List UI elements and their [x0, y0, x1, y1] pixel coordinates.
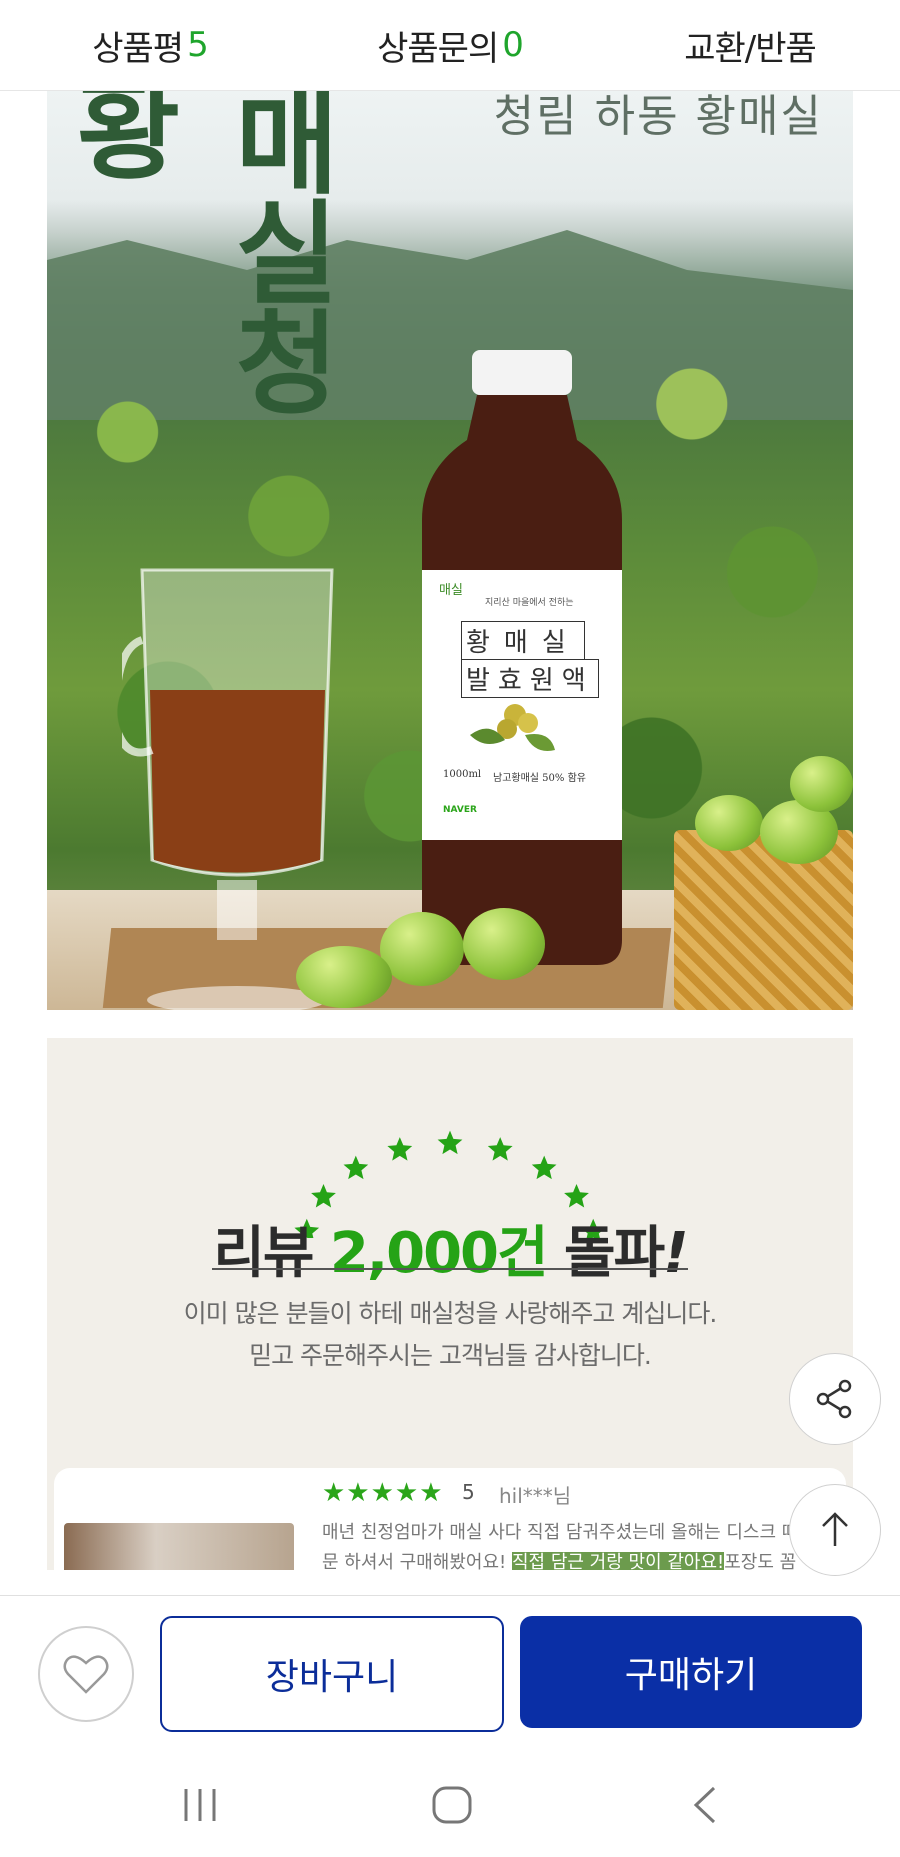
heading-underline	[212, 1268, 688, 1270]
review-card[interactable]: ★★★★★ 5 hil***님 매년 친정엄마가 매실 사다 직접 담궈주셨는데…	[54, 1468, 846, 1570]
plum	[463, 908, 545, 980]
recents-icon	[184, 1789, 216, 1821]
heading-exclaim: !	[663, 1221, 689, 1286]
bottle-label: 매실 지리산 마을에서 전하는 황매실 발효원액 1000ml 남고황매실 50…	[425, 573, 621, 833]
back-button[interactable]	[675, 1785, 735, 1825]
title-vertical: 매 실 청	[222, 90, 352, 430]
recents-button[interactable]	[170, 1785, 230, 1825]
tab-reviews-count: 5	[187, 25, 209, 65]
star-icon	[487, 1137, 513, 1161]
review-text-post: 포장도 꼼	[724, 1552, 797, 1570]
label-naver: NAVER	[443, 805, 477, 815]
tab-reviews-label: 상품평	[92, 28, 184, 69]
review-photo-thumbnail[interactable]	[64, 1523, 294, 1570]
star-icon	[343, 1155, 369, 1180]
home-button[interactable]	[422, 1785, 482, 1825]
title-char: 매	[235, 90, 339, 210]
heading-suffix: 돌파	[564, 1221, 665, 1286]
heading-highlight: 2,000건	[329, 1221, 549, 1286]
add-to-cart-button[interactable]: 장바구니	[160, 1616, 504, 1732]
home-icon	[432, 1786, 472, 1824]
product-tabs: 상품평 5 상품문의 0 교환/반품	[0, 0, 900, 91]
plum	[296, 946, 392, 1008]
star-icon	[437, 1130, 463, 1155]
tab-exchange-return[interactable]: 교환/반품	[600, 0, 900, 90]
plum	[380, 912, 464, 986]
tab-exchange-return-label: 교환/반품	[684, 28, 817, 69]
tab-inquiries-label: 상품문의	[377, 28, 499, 69]
star-icon	[387, 1137, 413, 1161]
back-icon	[693, 1786, 716, 1824]
review-subtext-2: 믿고 주문해주시는 고객님들 감사합니다.	[249, 1341, 652, 1370]
review-stars: ★★★★★	[322, 1478, 444, 1508]
tab-inquiries[interactable]: 상품문의 0	[300, 0, 600, 90]
purchase-bar: 장바구니 구매하기	[0, 1595, 900, 1756]
arrow-up-icon	[822, 1512, 848, 1546]
scroll-top-button[interactable]	[789, 1484, 881, 1576]
label-name-line1: 황매실	[461, 621, 585, 660]
share-button[interactable]	[789, 1353, 881, 1445]
review-subtext-1: 이미 많은 분들이 하테 매실청을 사랑해주고 계십니다.	[183, 1299, 718, 1328]
review-user: hil***님	[499, 1484, 572, 1508]
review-text-line2: 문 하셔서 구매해봤어요! 직접 담근 거랑 맛이 같아요!포장도 꼼	[322, 1548, 842, 1570]
label-content: 남고황매실 50% 함유	[493, 773, 586, 784]
share-icon	[816, 1379, 852, 1419]
review-score: 5	[462, 1480, 475, 1504]
plum-basket	[674, 830, 853, 1010]
title-char: 실	[235, 190, 339, 320]
plum	[790, 756, 853, 812]
plum-illustration	[470, 704, 555, 751]
title-left-char: 황	[77, 90, 181, 195]
review-banner: 리뷰 2,000건 돌파! 이미 많은 분들이 하테 매실청을 사랑해주고 계십…	[47, 1038, 853, 1570]
heart-icon	[63, 1655, 109, 1694]
glass-cup	[122, 568, 334, 1010]
review-text-pre: 문 하셔서 구매해봤어요!	[322, 1552, 512, 1570]
tab-reviews[interactable]: 상품평 5	[0, 0, 300, 90]
star-icon	[311, 1184, 336, 1208]
label-volume: 1000ml	[443, 769, 482, 780]
star-icon	[564, 1184, 589, 1208]
top-subtitle: 청림 하동 황매실	[493, 91, 823, 142]
plum	[695, 795, 763, 851]
product-photo: 황 매 실 청 청림 하동 황매실 매실 지리산 마을에서 전하는 황매실 발효…	[47, 90, 853, 1010]
heading-prefix: 리뷰	[213, 1221, 314, 1286]
star-icon	[531, 1155, 557, 1180]
review-text-highlight: 직접 담근 거랑 맛이 같아요!	[511, 1552, 725, 1570]
tab-inquiries-count: 0	[502, 25, 524, 65]
review-count-heading: 리뷰 2,000건 돌파!	[47, 1208, 853, 1289]
review-text: 매년 친정엄마가 매실 사다 직접 담궈주셨는데 올해는 디스크 때 문 하셔서…	[322, 1518, 842, 1570]
label-tagline: 지리산 마을에서 전하는	[485, 598, 574, 608]
review-text-line1: 매년 친정엄마가 매실 사다 직접 담궈주셨는데 올해는 디스크 때	[322, 1522, 799, 1543]
title-char: 청	[235, 300, 339, 430]
system-nav-bar	[0, 1755, 900, 1857]
label-name-line2: 발효원액	[461, 659, 599, 698]
label-brand: 매실	[439, 583, 463, 598]
buy-now-button[interactable]: 구매하기	[520, 1616, 862, 1728]
wishlist-button[interactable]	[38, 1626, 134, 1722]
